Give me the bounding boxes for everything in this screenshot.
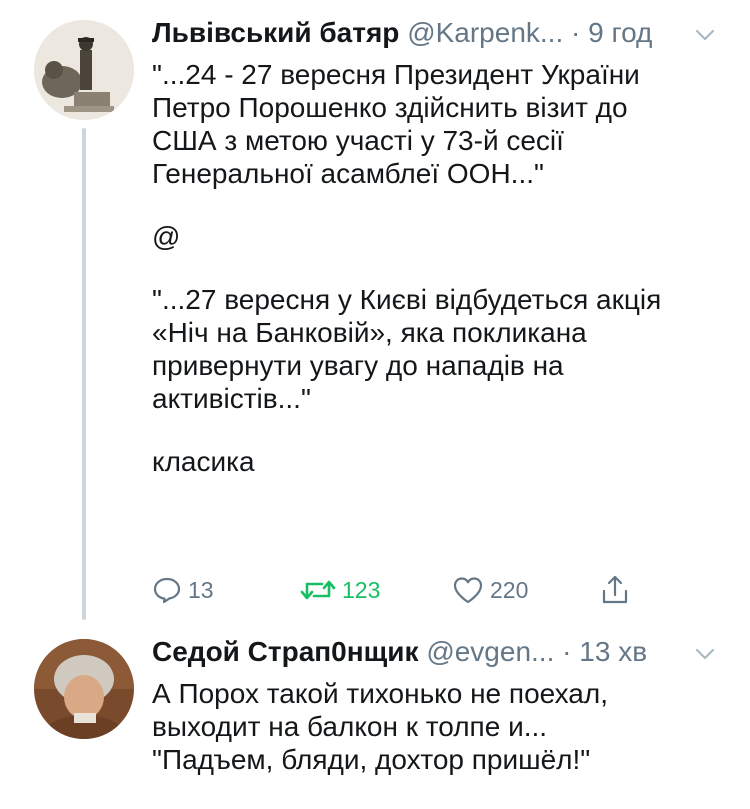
avatar[interactable] xyxy=(34,639,134,739)
tweet-paragraph: "...27 вересня у Києві відбудеться акція… xyxy=(152,284,662,414)
retweet-button[interactable]: 123 xyxy=(300,570,380,610)
thread-line xyxy=(82,128,86,620)
tweet[interactable]: Седой Страп0нщик @evgen... · 13 хв А Пор… xyxy=(0,625,750,809)
tweet-paragraph: @ xyxy=(152,221,181,252)
tweet-actions: 13 123 220 xyxy=(152,570,712,610)
chevron-down-icon[interactable] xyxy=(694,24,716,46)
avatar[interactable] xyxy=(34,20,134,120)
author-handle[interactable]: @evgen... xyxy=(426,636,554,667)
separator-dot: · xyxy=(562,636,572,667)
author-name[interactable]: Седой Страп0нщик xyxy=(152,636,419,667)
author-name[interactable]: Львівський батяр xyxy=(152,17,399,48)
separator-dot: · xyxy=(571,17,581,48)
timestamp[interactable]: 9 год xyxy=(588,17,652,48)
tweet-paragraph: А Порох такой тихонько не поехал, выходи… xyxy=(152,678,608,775)
chevron-down-icon[interactable] xyxy=(694,643,716,665)
heart-icon xyxy=(453,577,483,604)
tweet-header: Львівський батяр @Karpenk... · 9 год xyxy=(152,14,730,54)
tweet-text: А Порох такой тихонько не поехал, выходи… xyxy=(152,677,720,776)
retweet-icon xyxy=(300,580,336,600)
tweet-text: "...24 - 27 вересня Президент України Пе… xyxy=(152,58,720,478)
tweet-paragraph: класика xyxy=(152,446,255,477)
retweet-count: 123 xyxy=(342,576,381,603)
tweet-header: Седой Страп0нщик @evgen... · 13 хв xyxy=(152,633,730,673)
share-icon xyxy=(602,575,628,604)
reply-button[interactable]: 13 xyxy=(152,570,214,610)
tweet[interactable]: Львівський батяр @Karpenk... · 9 год "..… xyxy=(0,0,750,625)
like-button[interactable]: 220 xyxy=(452,570,528,610)
avatar-image xyxy=(34,20,134,120)
tweet-paragraph: "...24 - 27 вересня Президент України Пе… xyxy=(152,59,640,189)
reply-icon xyxy=(153,577,181,604)
author-handle[interactable]: @Karpenk... xyxy=(407,17,563,48)
like-count: 220 xyxy=(490,576,529,603)
timestamp[interactable]: 13 хв xyxy=(579,636,647,667)
reply-count: 13 xyxy=(188,576,214,603)
share-button[interactable] xyxy=(600,570,630,610)
avatar-image xyxy=(34,639,134,739)
